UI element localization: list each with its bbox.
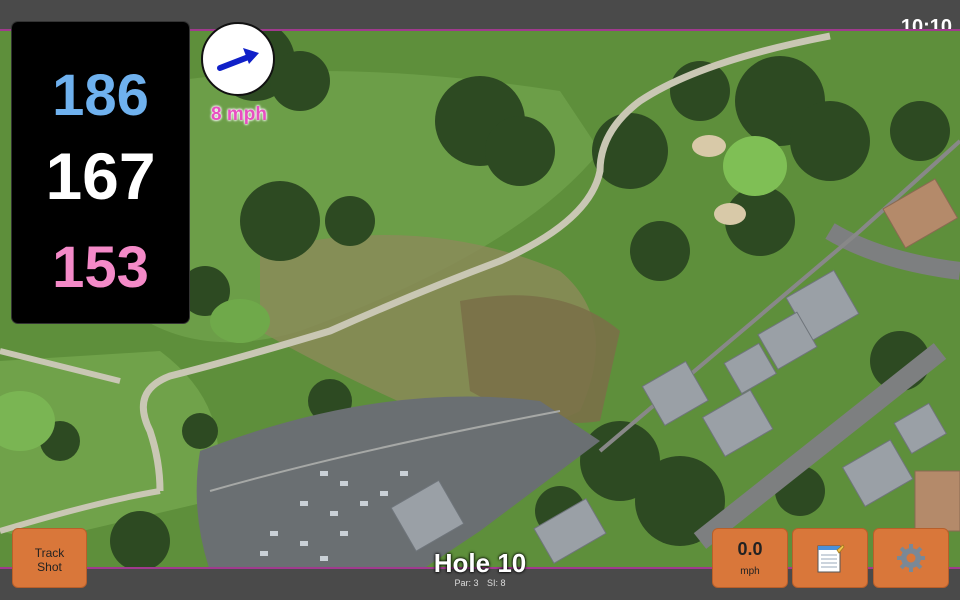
settings-button[interactable] bbox=[873, 528, 949, 588]
notes-button[interactable] bbox=[792, 528, 868, 588]
wind-direction-arrow-icon bbox=[217, 48, 259, 71]
hole-si: SI: 8 bbox=[487, 578, 506, 588]
gear-icon bbox=[897, 544, 925, 572]
speed-button[interactable]: 0.0 mph bbox=[712, 528, 788, 588]
wind-indicator bbox=[201, 22, 275, 96]
notepad-icon bbox=[817, 544, 845, 573]
distance-back: 186 bbox=[52, 63, 149, 128]
speed-unit: mph bbox=[740, 566, 760, 577]
hole-par: Par: 3 bbox=[454, 578, 479, 588]
hole-meta: Par: 3 SI: 8 bbox=[380, 578, 580, 588]
distance-panel[interactable]: 186 167 153 bbox=[12, 22, 189, 323]
speed-value: 0.0 bbox=[737, 539, 763, 559]
distance-front: 153 bbox=[52, 235, 149, 300]
track-shot-label: Track Shot bbox=[34, 546, 65, 574]
wind-speed: 8 mph bbox=[211, 104, 267, 125]
distance-middle: 167 bbox=[45, 139, 156, 213]
hole-title: Hole 10 bbox=[433, 548, 527, 578]
track-shot-button[interactable]: Track Shot bbox=[12, 528, 87, 588]
